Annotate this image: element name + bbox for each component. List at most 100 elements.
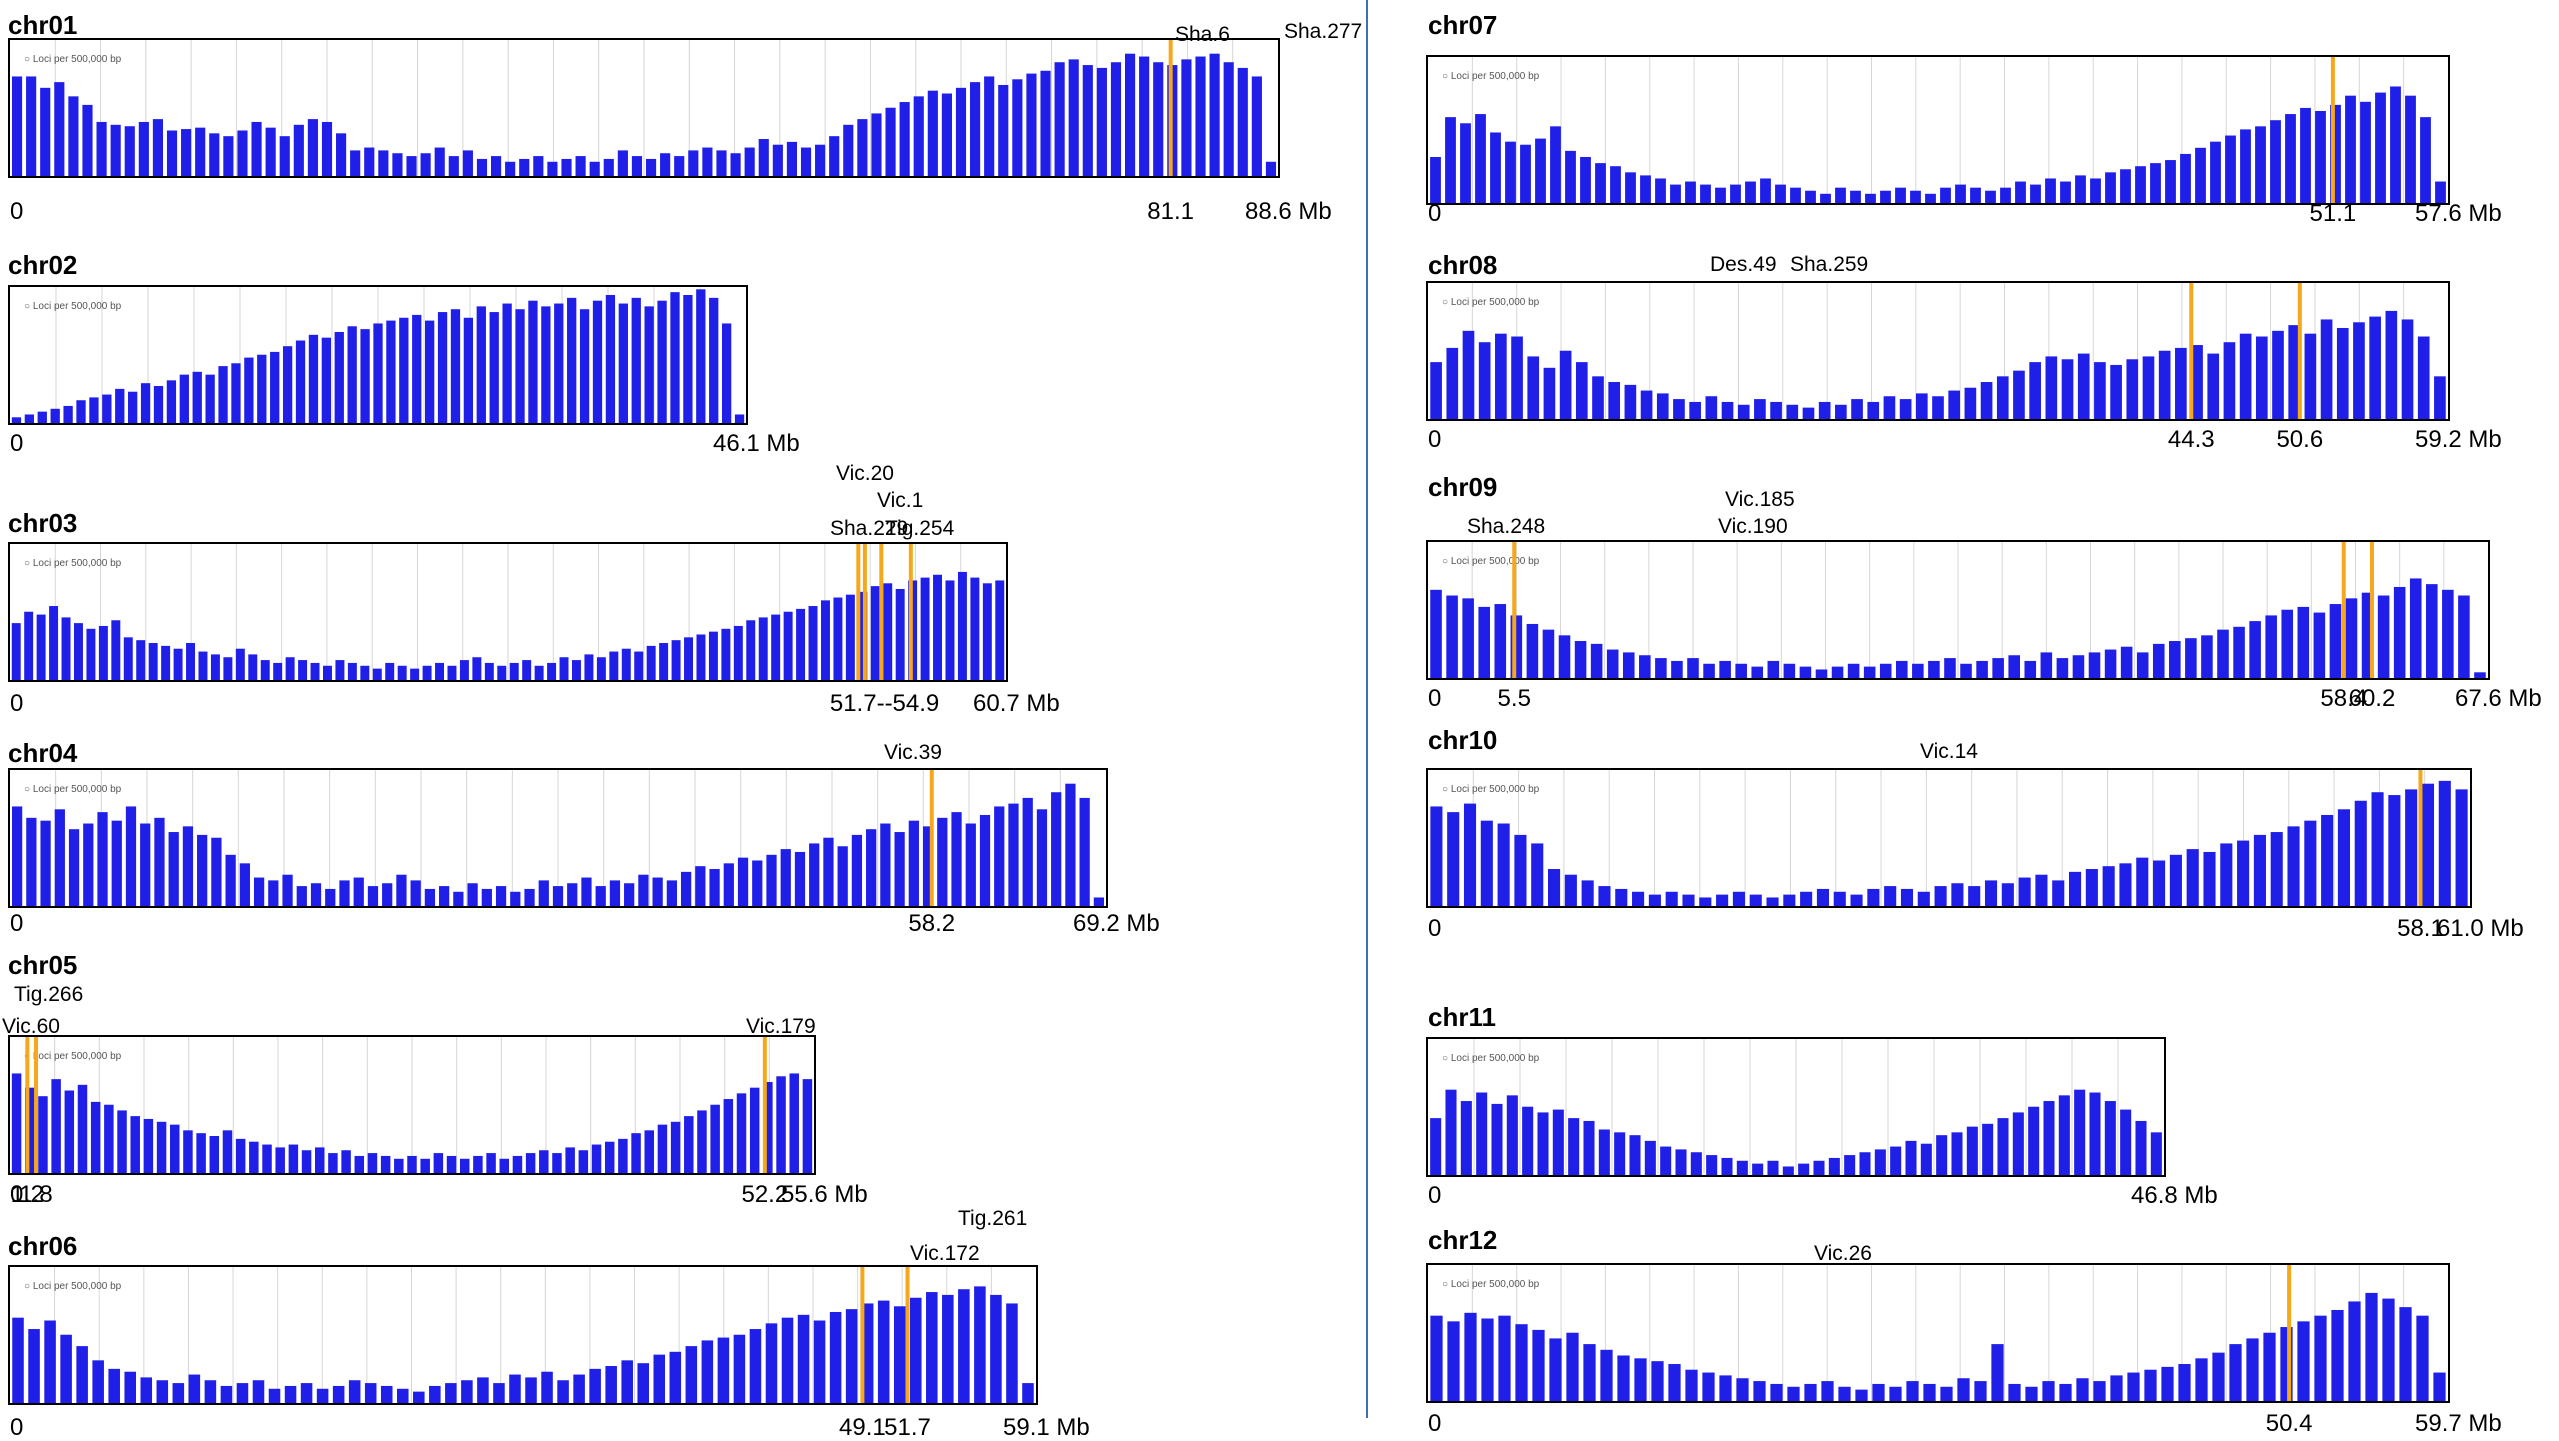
density-bar — [567, 297, 577, 423]
density-bar — [1054, 62, 1065, 176]
density-bar — [209, 133, 220, 176]
density-bar — [1703, 663, 1715, 678]
density-bar — [1928, 660, 1940, 678]
density-bar — [1940, 187, 1951, 203]
density-bar — [2371, 792, 2384, 906]
density-bar — [1008, 803, 1019, 906]
density-bar — [1732, 891, 1745, 906]
density-bar — [2203, 851, 2216, 906]
density-bar — [1634, 1358, 1647, 1401]
density-bar — [695, 866, 706, 906]
density-bar — [2158, 350, 2171, 419]
density-bar — [2297, 1321, 2310, 1401]
density-bar — [429, 1385, 441, 1403]
density-bar — [528, 300, 538, 423]
density-bar — [1495, 333, 1507, 419]
density-bar — [631, 1133, 641, 1173]
density-bar — [1491, 1103, 1503, 1175]
legend-label: ○ Loci per 500,000 bp — [24, 558, 122, 569]
density-bar — [1984, 880, 1998, 906]
density-bar — [797, 1314, 810, 1403]
density-bar — [2458, 595, 2470, 678]
density-bar — [998, 84, 1009, 176]
density-bar — [472, 657, 482, 680]
density-bar — [308, 334, 319, 423]
axis-tick-label: 59.1 Mb — [1003, 1414, 1090, 1441]
density-bar — [321, 337, 331, 423]
density-bar — [124, 126, 135, 176]
density-bar — [1079, 797, 1090, 906]
density-bar — [1558, 635, 1571, 678]
density-bar — [484, 662, 494, 680]
density-bar — [2028, 1106, 2040, 1175]
density-bar — [984, 76, 995, 176]
density-bar — [1702, 1372, 1715, 1401]
density-bar — [435, 662, 445, 680]
density-bar — [2246, 1338, 2259, 1401]
density-bar — [2249, 621, 2261, 678]
density-bar — [1615, 888, 1628, 906]
legend-label: ○ Loci per 500,000 bp — [1442, 556, 1540, 567]
density-bar — [1583, 1344, 1596, 1401]
density-bar — [2223, 342, 2236, 419]
density-bar — [1745, 181, 1756, 203]
density-bar — [1595, 163, 1606, 203]
chromosome-title: chr02 — [8, 250, 78, 280]
density-bar — [63, 405, 73, 423]
density-bar — [1592, 376, 1604, 419]
density-bar — [1639, 655, 1651, 678]
density-bar — [926, 1292, 938, 1403]
density-bar — [92, 1360, 104, 1403]
density-bar — [2195, 1358, 2208, 1401]
density-bar — [1648, 894, 1661, 906]
density-bar — [2399, 1307, 2412, 1401]
density-bar — [765, 1323, 778, 1403]
density-bar — [589, 161, 600, 176]
density-bar — [148, 643, 158, 680]
density-bar — [86, 628, 96, 680]
density-bar — [2220, 843, 2233, 906]
density-bar — [525, 1377, 537, 1403]
density-bar — [1851, 399, 1863, 419]
density-bar — [394, 1158, 404, 1173]
density-bar — [2120, 646, 2133, 678]
chromosome-title: chr10 — [1428, 725, 1498, 755]
density-bar — [669, 1351, 682, 1403]
chromosome-density-plot: ○ Loci per 500,000 bp — [8, 768, 1108, 908]
marker-label: Vic.172 — [910, 1242, 980, 1265]
density-bar — [26, 817, 37, 906]
density-bar — [1735, 663, 1747, 678]
marker-label: Vic.190 — [1718, 515, 1788, 538]
density-bar — [420, 1158, 430, 1173]
density-bar — [1537, 1112, 1549, 1175]
axis-tick-label: 60.2 — [2348, 685, 2396, 712]
density-bar — [140, 823, 151, 906]
density-bar — [2150, 163, 2161, 203]
density-bar — [1915, 393, 1928, 419]
density-bar — [509, 1374, 521, 1403]
density-bar — [994, 806, 1005, 906]
density-bar — [397, 665, 407, 680]
density-bar — [424, 888, 436, 906]
density-bar — [871, 113, 882, 176]
legend-label: ○ Loci per 500,000 bp — [24, 54, 122, 65]
density-bar — [1430, 1315, 1443, 1401]
density-bar — [660, 153, 671, 176]
density-bar — [1550, 126, 1561, 203]
density-bar — [1948, 390, 1961, 419]
density-bar — [1430, 362, 1442, 419]
density-bar — [2217, 629, 2229, 678]
density-svg: ○ Loci per 500,000 bp — [1430, 770, 2468, 906]
density-bar — [231, 363, 241, 423]
density-bar — [684, 1116, 694, 1173]
density-bar — [1770, 401, 1782, 419]
density-bar — [1835, 187, 1846, 203]
density-bar — [538, 880, 549, 906]
density-bar — [1096, 67, 1107, 176]
density-bar — [1490, 132, 1501, 203]
density-bar — [942, 1294, 954, 1403]
legend-label: ○ Loci per 500,000 bp — [24, 301, 122, 312]
density-bar — [198, 651, 208, 680]
density-bar — [1783, 663, 1796, 678]
density-bar — [670, 292, 680, 423]
